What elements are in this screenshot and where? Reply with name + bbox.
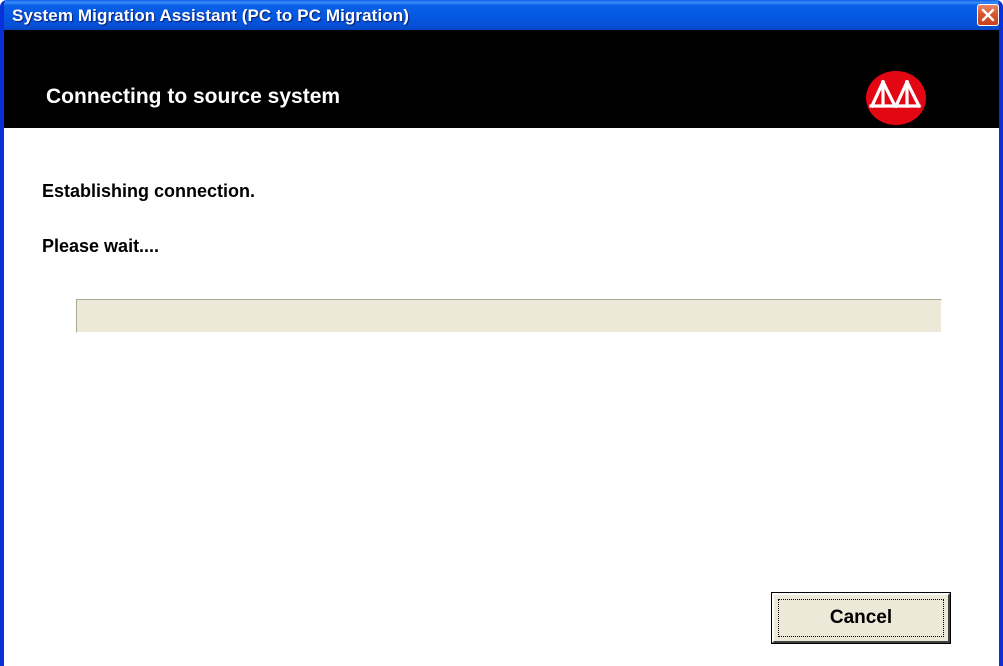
header-banner [4, 30, 999, 128]
close-button[interactable] [977, 4, 999, 26]
title-bar[interactable]: System Migration Assistant (PC to PC Mig… [4, 0, 999, 30]
cancel-button[interactable]: Cancel [772, 593, 950, 643]
status-message: Establishing connection. [42, 181, 256, 201]
wait-message: Please wait.... [42, 236, 160, 256]
window-title: System Migration Assistant (PC to PC Mig… [12, 6, 409, 25]
cancel-button-label: Cancel [829, 607, 893, 628]
connection-progress-bar [76, 299, 942, 333]
migration-dialog-window: System Migration Assistant (PC to PC Mig… [0, 0, 1003, 666]
close-icon [981, 8, 995, 22]
bridge-logo-icon [866, 71, 926, 125]
page-title: Connecting to source system [46, 85, 341, 108]
